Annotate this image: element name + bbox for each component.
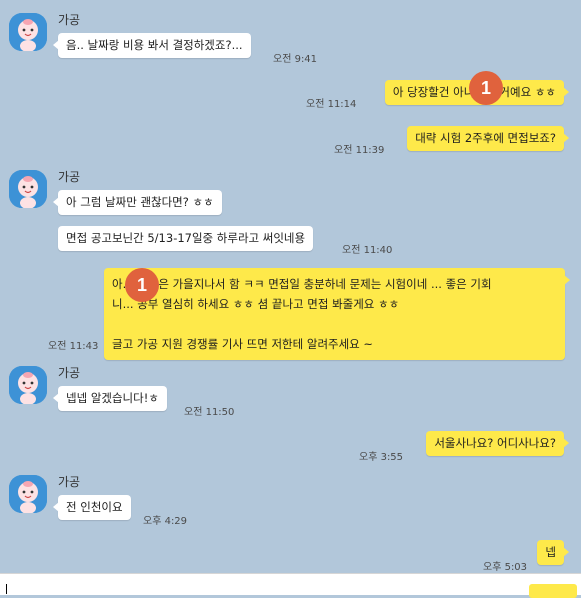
unread-badge: 1 — [125, 268, 159, 302]
peach-character-icon — [9, 170, 47, 208]
sender-name: 가공 — [58, 475, 81, 489]
peach-character-icon — [9, 13, 47, 51]
message-bubble[interactable]: 음.. 날짜랑 비용 봐서 결정하겠죠?... — [53, 33, 251, 58]
message-time: 오후 4:29 — [143, 516, 188, 527]
avatar[interactable] — [9, 13, 47, 51]
message-bubble[interactable]: 서울사나요? 어디사나요? — [426, 431, 569, 456]
message-line: 아... 특강은 가을지나서 함 ㅋㅋ 면접일 충분하네 문제는 시험이네 ..… — [112, 277, 492, 291]
message-time: 오전 11:50 — [184, 407, 235, 418]
message-time: 오전 11:39 — [334, 145, 385, 156]
avatar[interactable] — [9, 366, 47, 404]
message-time: 오후 5:03 — [483, 562, 528, 573]
message-bubble[interactable]: 넵넵 알겠습니다!ㅎ — [53, 386, 167, 411]
message-input[interactable] — [0, 573, 581, 598]
message-time: 오후 3:55 — [359, 452, 404, 463]
message-time: 오전 9:41 — [273, 54, 318, 65]
unread-badge: 1 — [469, 71, 503, 105]
message-bubble[interactable]: 면접 공고보닌간 5/13-17일중 하루라고 써잇네용 — [58, 226, 314, 251]
message-line — [112, 314, 557, 334]
text-caret — [6, 584, 7, 594]
sender-name: 가공 — [58, 366, 81, 380]
message-bubble[interactable]: 대략 시험 2주후에 면접보죠? — [407, 126, 569, 151]
peach-character-icon — [9, 366, 47, 404]
message-bubble[interactable]: 전 인천이요 — [53, 495, 131, 520]
message-bubble[interactable]: 넵 — [537, 540, 569, 565]
message-time: 오전 11:43 — [48, 341, 99, 352]
sender-name: 가공 — [58, 170, 81, 184]
sender-name: 가공 — [58, 13, 81, 27]
send-button[interactable] — [529, 584, 577, 598]
message-bubble[interactable]: 아... 특강은 가을지나서 함 ㅋㅋ 면접일 충분하네 문제는 시험이네 ..… — [104, 268, 570, 360]
message-line: 글고 가공 지원 경쟁률 기사 뜨면 저한테 알려주세요 ~ — [112, 337, 374, 351]
message-time: 오전 11:14 — [306, 99, 357, 110]
avatar[interactable] — [9, 475, 47, 513]
peach-character-icon — [9, 475, 47, 513]
message-bubble[interactable]: 아 그럼 날짜만 괜찮다면? ㅎㅎ — [53, 190, 222, 215]
message-line: 니... 공부 열심히 하세요 ㅎㅎ 셤 끝나고 면접 봐줄게요 ㅎㅎ — [112, 297, 400, 311]
message-time: 오전 11:40 — [342, 245, 393, 256]
avatar[interactable] — [9, 170, 47, 208]
